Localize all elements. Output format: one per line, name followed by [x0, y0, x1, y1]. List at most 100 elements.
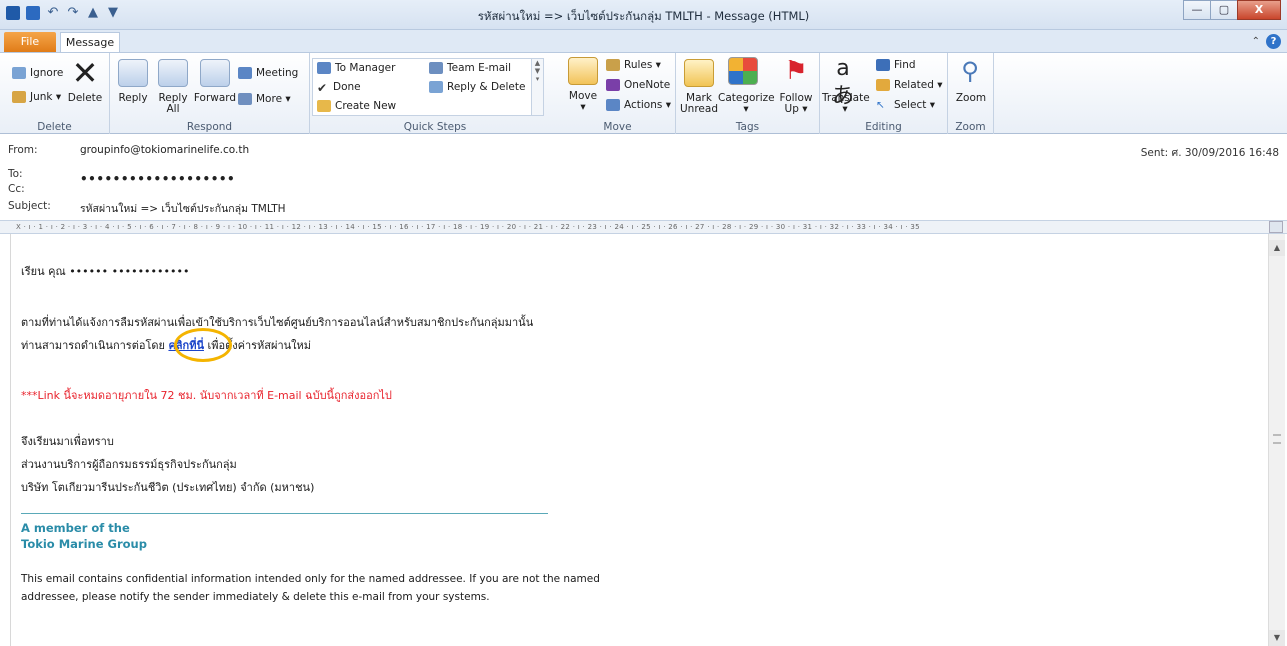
greeting: เรียน คุณ •••••• ••••••••••••: [21, 265, 190, 278]
to-label: To:: [8, 168, 23, 180]
zoom-button[interactable]: Zoom: [950, 93, 992, 104]
done-label: Done: [333, 81, 361, 93]
quick-steps-gallery: To Manager ✔ Done Create New Team E-mail …: [312, 58, 544, 116]
more-label: More ▾: [256, 93, 291, 105]
reply-all-label-2: All: [166, 103, 180, 115]
to-manager-button[interactable]: To Manager: [317, 62, 395, 74]
junk-button[interactable]: Junk ▾: [12, 91, 61, 103]
rules-button[interactable]: Rules ▾: [606, 59, 661, 71]
categorize-button[interactable]: Categorize ▾: [718, 93, 775, 115]
close-button[interactable]: X: [1237, 0, 1281, 20]
translate-button[interactable]: Translate ▾: [822, 93, 870, 115]
magnifier-icon: ⚲: [961, 57, 979, 85]
delete-group-label: Delete: [37, 121, 72, 133]
tab-message[interactable]: Message: [60, 32, 120, 53]
tab-file[interactable]: File: [4, 32, 56, 52]
move-folder-icon: [568, 57, 598, 85]
create-new-button[interactable]: Create New: [317, 100, 396, 112]
ribbon: Ignore Junk ▾ ✕ Delete Delete Reply Repl…: [0, 52, 1287, 135]
move-caret: ▾: [580, 101, 586, 113]
respond-group: Reply Reply All Forward Meeting More ▾ Re…: [110, 53, 310, 135]
quick-steps-label: Quick Steps: [403, 121, 467, 133]
team-email-label: Team E-mail: [447, 62, 512, 74]
done-button[interactable]: ✔ Done: [317, 81, 361, 95]
minimize-button[interactable]: —: [1183, 0, 1211, 20]
rules-icon: [606, 59, 620, 71]
move-button[interactable]: Move ▾: [564, 91, 602, 113]
reply-all-button[interactable]: Reply All: [154, 93, 192, 115]
subject-value: รหัสผ่านใหม่ => เว็บไซต์ประกันกลุ่ม TMLT…: [80, 203, 286, 215]
select-button[interactable]: ↖ Select ▾: [876, 99, 935, 111]
vertical-scrollbar[interactable]: ▲ ▼: [1268, 234, 1285, 646]
meeting-icon: [238, 67, 252, 79]
follow-up-button[interactable]: Follow Up ▾: [776, 93, 816, 115]
move-group-label: Move: [603, 121, 632, 133]
title-bar: ↶ ↷ ▲ ▼ รหัสผ่านใหม่ => เว็บไซต์ประกันกล…: [0, 0, 1287, 30]
find-label: Find: [894, 59, 916, 71]
ignore-icon: [12, 67, 26, 79]
scroll-up-icon[interactable]: ▲: [1269, 240, 1285, 256]
forward-button[interactable]: Forward: [192, 93, 238, 104]
zoom-group: ⚲ Zoom Zoom: [948, 53, 994, 135]
disclaimer-line-2: addressee, please notify the sender imme…: [21, 591, 490, 603]
maximize-button[interactable]: ▢: [1210, 0, 1238, 20]
ruler-toggle-icon[interactable]: [1269, 221, 1283, 233]
cc-label: Cc:: [8, 183, 25, 195]
team-email-icon: [429, 62, 443, 74]
related-button[interactable]: Related ▾: [876, 79, 943, 91]
scroll-thumb[interactable]: [1273, 434, 1281, 444]
member-line-2: Tokio Marine Group: [21, 537, 147, 551]
junk-icon: [12, 91, 26, 103]
more-button[interactable]: More ▾: [238, 93, 291, 105]
team-email-button[interactable]: Team E-mail: [429, 62, 511, 74]
minimize-ribbon-icon[interactable]: ⌃: [1252, 36, 1260, 47]
onenote-icon: [606, 79, 620, 91]
mark-unread-icon: [684, 59, 714, 87]
disclaimer-line-1: This email contains confidential informa…: [21, 573, 600, 585]
from-label: From:: [8, 144, 38, 156]
categorize-icon: [728, 57, 758, 85]
translate-caret: ▾: [842, 103, 848, 115]
mark-unread-label-2: Unread: [680, 103, 718, 115]
window-controls: — ▢ X: [1183, 0, 1281, 20]
help-icon[interactable]: ?: [1266, 34, 1281, 49]
ribbon-tabs: File Message ⌃ ?: [0, 30, 1287, 53]
help-area: ⌃ ?: [1252, 34, 1281, 49]
meeting-button[interactable]: Meeting: [238, 67, 298, 79]
junk-label: Junk ▾: [30, 91, 62, 103]
to-manager-label: To Manager: [335, 62, 396, 74]
actions-label: Actions ▾: [624, 99, 671, 111]
from-value[interactable]: groupinfo@tokiomarinelife.co.th: [80, 144, 249, 156]
quick-steps-scroll[interactable]: ▲ ▼ ▾: [531, 59, 543, 115]
reply-delete-button[interactable]: Reply & Delete: [429, 81, 525, 93]
scroll-down-icon[interactable]: ▼: [1269, 630, 1285, 646]
signature-divider: [21, 513, 548, 514]
message-header: From: groupinfo@tokiomarinelife.co.th Se…: [0, 134, 1287, 220]
onenote-button[interactable]: OneNote: [606, 79, 670, 91]
window-title: รหัสผ่านใหม่ => เว็บไซต์ประกันกลุ่ม TMLT…: [477, 9, 810, 23]
translate-icon: aあ: [831, 56, 854, 109]
onenote-label: OneNote: [624, 79, 671, 91]
mark-unread-button[interactable]: Mark Unread: [678, 93, 720, 115]
meeting-label: Meeting: [256, 67, 299, 79]
delete-group: Ignore Junk ▾ ✕ Delete Delete: [0, 53, 110, 135]
delete-button[interactable]: Delete: [66, 93, 104, 104]
reply-icon: [118, 59, 148, 87]
flag-icon: ⚑: [784, 56, 808, 86]
to-value[interactable]: •••••••••••••••••••: [80, 172, 235, 186]
zoom-group-label: Zoom: [955, 121, 986, 133]
more-icon: [238, 93, 252, 105]
delete-x-icon[interactable]: ✕: [70, 57, 100, 89]
company-line: บริษัท โตเกียวมารีนประกันชีวิต (ประเทศไท…: [21, 481, 315, 494]
ignore-button[interactable]: Ignore: [12, 67, 63, 79]
find-button[interactable]: Find: [876, 59, 916, 71]
body-line-2-pre: ท่านสามารถดำเนินการต่อโดย: [21, 339, 169, 352]
reply-delete-icon: [429, 81, 443, 93]
lightning-icon: [317, 100, 331, 112]
categorize-caret: ▾: [743, 103, 749, 115]
actions-button[interactable]: Actions ▾: [606, 99, 671, 111]
related-label: Related ▾: [894, 79, 943, 91]
subject-label: Subject:: [8, 200, 51, 212]
reply-delete-label: Reply & Delete: [447, 81, 526, 93]
reply-button[interactable]: Reply: [114, 93, 152, 104]
